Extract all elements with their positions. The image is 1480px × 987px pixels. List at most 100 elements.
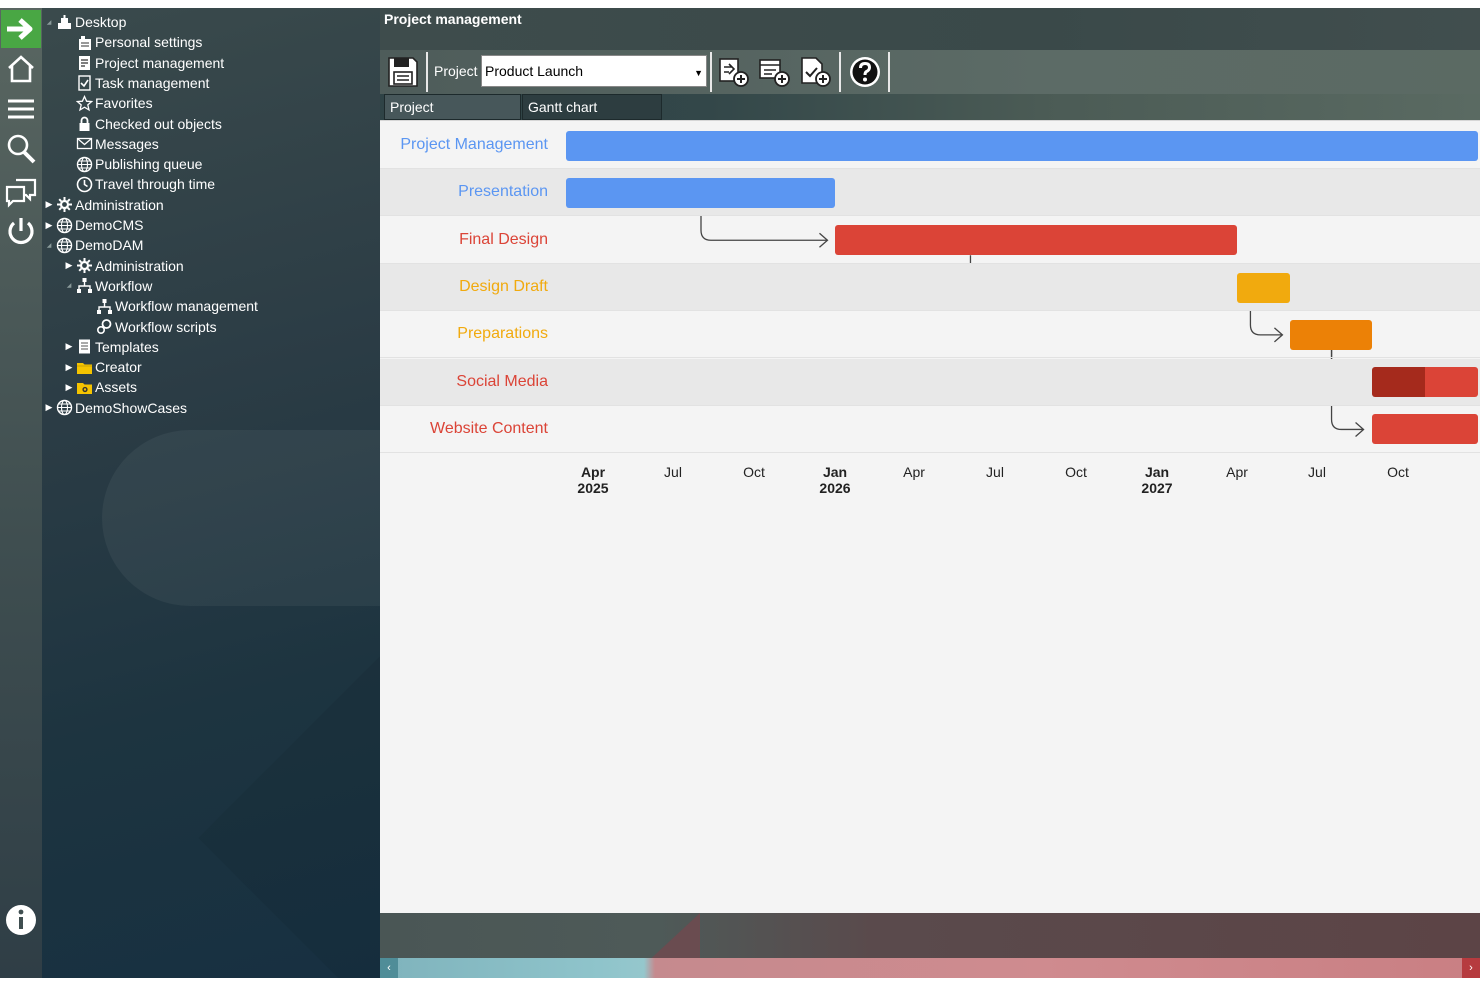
chat-icon[interactable] xyxy=(1,172,41,210)
tree-item-label: Publishing queue xyxy=(95,156,202,172)
axis-tick-label: Jul xyxy=(986,464,1004,480)
collapse-arrow-icon[interactable]: ◢ xyxy=(64,276,74,296)
project-dropdown[interactable]: Product Launch ▼ xyxy=(481,55,707,87)
globe-icon xyxy=(54,399,74,417)
globe-icon xyxy=(74,155,94,173)
info-icon[interactable] xyxy=(1,901,41,939)
gantt-row: Website Content xyxy=(380,406,1480,453)
task-label: Project Management xyxy=(400,136,548,154)
tree-item[interactable]: Workflow scripts xyxy=(84,317,217,337)
add-subtask-icon[interactable] xyxy=(715,53,753,91)
search-icon[interactable] xyxy=(1,130,41,168)
envelope-icon xyxy=(74,135,94,153)
tree-spacer xyxy=(64,53,74,73)
tree-item[interactable]: ◢Workflow xyxy=(64,276,152,296)
tree-item[interactable]: Travel through time xyxy=(64,174,215,194)
tree-item[interactable]: ▶Creator xyxy=(64,357,142,377)
gantt-chart: Project ManagementPresentationFinal Desi… xyxy=(380,120,1480,913)
tree-item[interactable]: Checked out objects xyxy=(64,114,222,134)
task-label: Preparations xyxy=(457,325,548,343)
app-window: ◢ Desktop Personal settings Project managem… xyxy=(0,0,1480,987)
gear-icon xyxy=(74,257,94,275)
tick-month: Jul xyxy=(986,464,1004,480)
expand-arrow-icon[interactable]: ▶ xyxy=(64,357,74,377)
expand-arrow-icon[interactable]: ▶ xyxy=(44,398,54,418)
tick-month: Jan xyxy=(1141,464,1172,480)
task-label: Presentation xyxy=(458,183,548,201)
task-bar[interactable] xyxy=(835,225,1236,255)
gantt-row: Social Media xyxy=(380,359,1480,406)
tree-item[interactable]: Workflow management xyxy=(84,296,258,316)
axis-tick-label: Jan2027 xyxy=(1141,464,1172,496)
tree-item[interactable]: Task management xyxy=(64,73,209,93)
task-bar[interactable] xyxy=(1372,367,1479,397)
add-task-icon[interactable] xyxy=(756,53,794,91)
tree-item[interactable]: Favorites xyxy=(64,93,153,113)
scroll-left-icon[interactable]: ‹ xyxy=(380,958,398,978)
scroll-right-icon[interactable]: › xyxy=(1462,958,1480,978)
tree-item[interactable]: Project management xyxy=(64,53,224,73)
add-milestone-icon[interactable] xyxy=(797,53,835,91)
tab-gantt-chart[interactable]: Gantt chart xyxy=(522,94,662,120)
task-bar[interactable] xyxy=(1290,320,1371,350)
collapse-arrow-icon[interactable]: ◢ xyxy=(44,12,54,32)
collapse-arrow-icon[interactable]: ◢ xyxy=(44,235,54,255)
expand-arrow-icon[interactable]: ▶ xyxy=(64,256,74,276)
tree-item[interactable]: ▶Administration xyxy=(44,195,164,215)
scripts-icon xyxy=(94,318,114,336)
tree-item[interactable]: Personal settings xyxy=(64,32,202,52)
icon-rail xyxy=(0,8,42,978)
assets-folder-icon xyxy=(74,378,94,396)
task-bar[interactable] xyxy=(566,131,1478,161)
tree-item-label: Project management xyxy=(95,55,224,71)
task-bar[interactable] xyxy=(1237,273,1291,303)
tree-item-label: Favorites xyxy=(95,95,153,111)
tree-item[interactable]: ▶Assets xyxy=(64,377,137,397)
menu-icon[interactable] xyxy=(1,90,41,128)
tree-item-label: Desktop xyxy=(75,14,126,30)
tree-item[interactable]: ◢DemoDAM xyxy=(44,235,143,255)
tree-item[interactable]: ▶DemoShowCases xyxy=(44,398,187,418)
tick-year: 2025 xyxy=(577,480,608,496)
tick-month: Oct xyxy=(1065,464,1087,480)
gantt-row: Design Draft xyxy=(380,264,1480,311)
axis-tick-label: Jul xyxy=(664,464,682,480)
workflow-icon xyxy=(74,277,94,295)
expand-arrow-icon[interactable]: ▶ xyxy=(44,195,54,215)
axis-tick-label: Oct xyxy=(1065,464,1087,480)
axis-tick-label: Apr xyxy=(1226,464,1248,480)
workflow-icon xyxy=(94,297,114,315)
home-icon[interactable] xyxy=(1,50,41,88)
tree-item-label: Workflow management xyxy=(115,298,258,314)
forward-arrow-icon[interactable] xyxy=(1,10,41,48)
project-label: Project xyxy=(434,63,478,79)
power-icon[interactable] xyxy=(1,212,41,250)
expand-arrow-icon[interactable]: ▶ xyxy=(44,215,54,235)
tree-item-label: Workflow scripts xyxy=(115,319,217,335)
tree-item[interactable]: ▶DemoCMS xyxy=(44,215,143,235)
tree-item[interactable]: ▶Templates xyxy=(64,337,159,357)
axis-tick-label: Jan2026 xyxy=(819,464,850,496)
tick-month: Oct xyxy=(1387,464,1409,480)
tick-month: Oct xyxy=(743,464,765,480)
toolbar: Project Product Launch ▼ xyxy=(380,50,1480,94)
tree-item[interactable]: ◢ Desktop xyxy=(44,12,126,32)
horizontal-scrollbar[interactable]: ‹ › xyxy=(380,958,1480,978)
folder-icon xyxy=(74,358,94,376)
tab-bar: Project Gantt chart xyxy=(380,94,1480,120)
save-icon[interactable] xyxy=(384,53,422,91)
help-icon[interactable] xyxy=(846,53,884,91)
tree-item-label: Checked out objects xyxy=(95,116,222,132)
star-icon xyxy=(74,94,94,112)
task-bar[interactable] xyxy=(566,178,835,208)
tree-item[interactable]: Publishing queue xyxy=(64,154,202,174)
expand-arrow-icon[interactable]: ▶ xyxy=(64,337,74,357)
tab-project[interactable]: Project xyxy=(384,94,521,120)
tree-item[interactable]: ▶Administration xyxy=(64,256,184,276)
tree-item[interactable]: Messages xyxy=(64,134,159,154)
axis-tick-label: Oct xyxy=(743,464,765,480)
task-bar[interactable] xyxy=(1372,414,1479,444)
expand-arrow-icon[interactable]: ▶ xyxy=(64,377,74,397)
lock-icon xyxy=(74,115,94,133)
tick-month: Apr xyxy=(1226,464,1248,480)
